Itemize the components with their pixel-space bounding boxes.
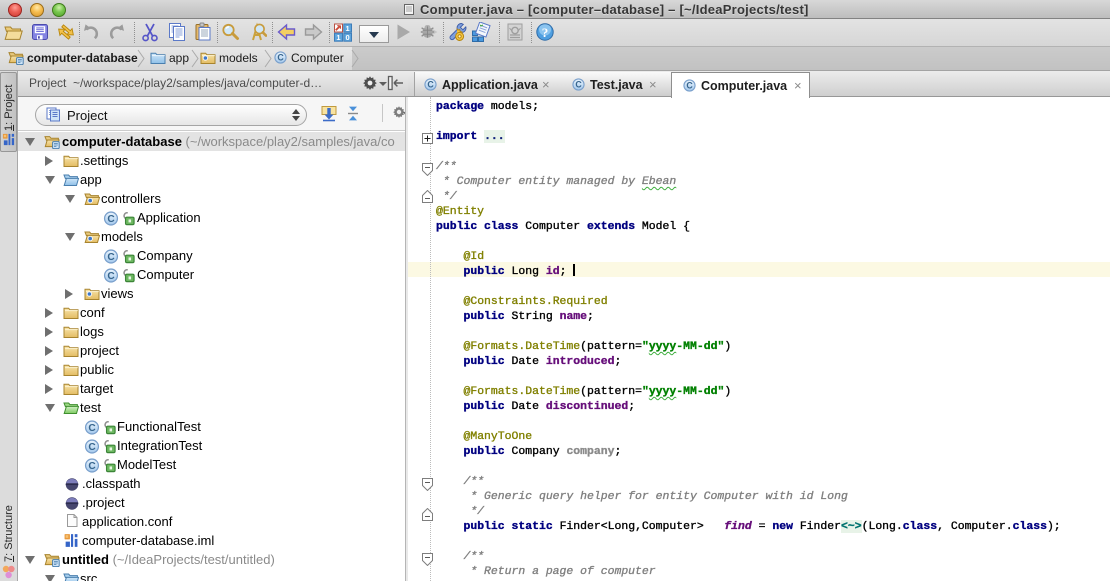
svg-text:1: 1 [336, 33, 340, 42]
svg-text:0: 0 [346, 33, 350, 42]
svg-text:?: ? [542, 25, 549, 40]
svg-text:1: 1 [346, 24, 350, 33]
